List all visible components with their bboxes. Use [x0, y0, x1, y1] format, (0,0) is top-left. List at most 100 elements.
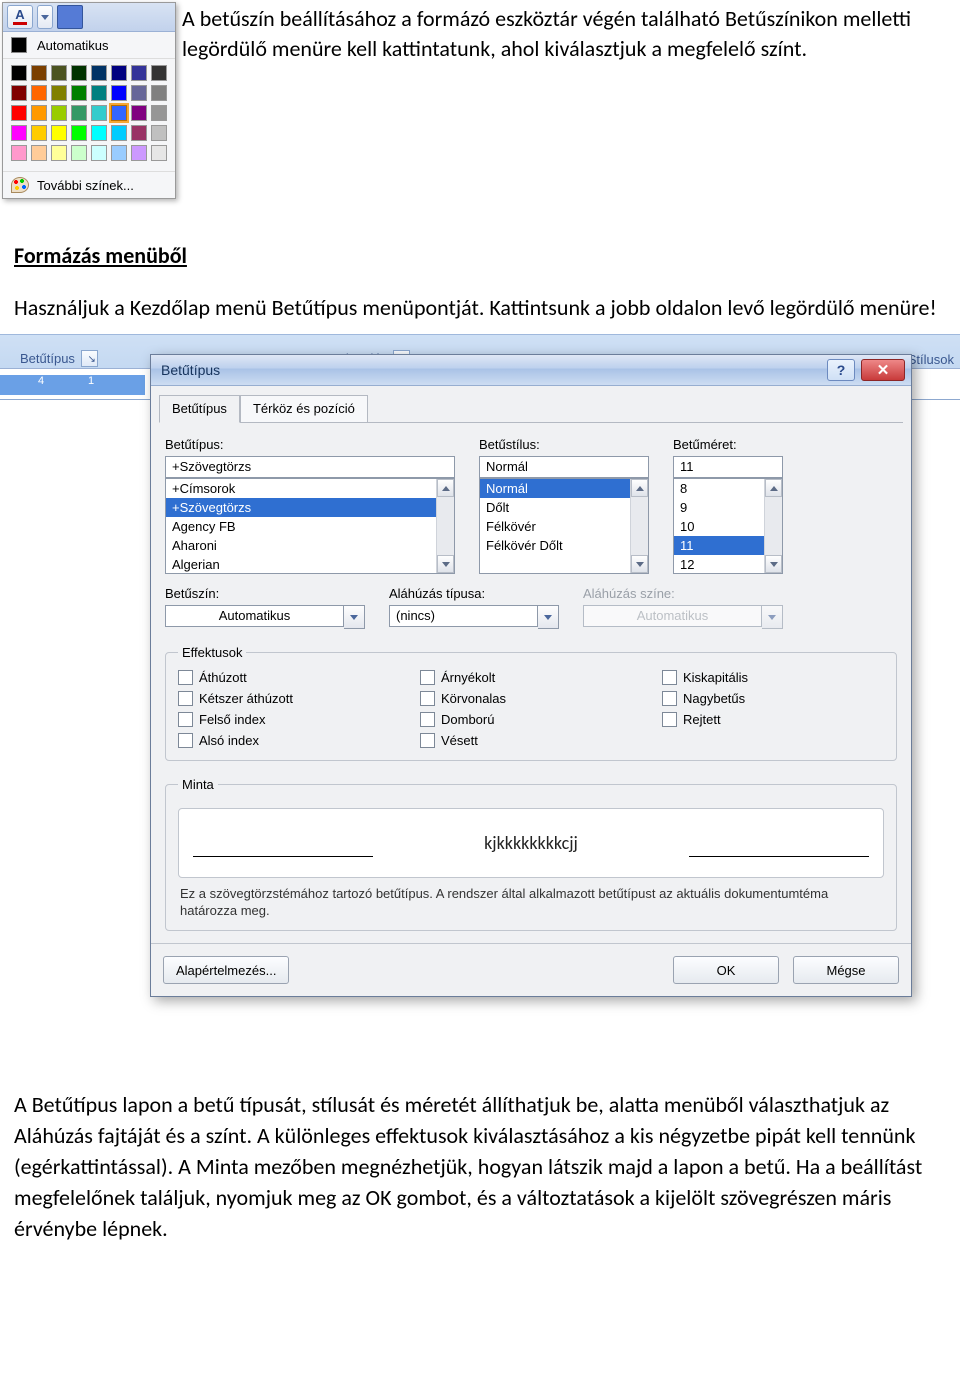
list-item[interactable]: +Szövegtörzs: [166, 498, 454, 517]
color-swatch[interactable]: [151, 125, 167, 141]
scroll-down-button[interactable]: [437, 555, 454, 573]
checkbox-hidden[interactable]: Rejtett: [662, 712, 884, 727]
scrollbar[interactable]: [436, 479, 454, 573]
checkbox-subscript[interactable]: Alsó index: [178, 733, 400, 748]
font-name-listbox[interactable]: +Címsorok+SzövegtörzsAgency FBAharoniAlg…: [165, 478, 455, 574]
font-color-button[interactable]: A: [7, 5, 33, 29]
color-swatch[interactable]: [91, 145, 107, 161]
color-swatch[interactable]: [91, 65, 107, 81]
color-swatch[interactable]: [131, 125, 147, 141]
font-size-input[interactable]: 11: [673, 456, 783, 478]
current-color-swatch[interactable]: [57, 5, 83, 29]
color-swatch[interactable]: [151, 105, 167, 121]
scroll-down-button[interactable]: [631, 555, 648, 573]
color-swatch[interactable]: [51, 65, 67, 81]
color-swatch[interactable]: [31, 105, 47, 121]
list-item[interactable]: Normál: [480, 479, 648, 498]
dialog-tabs: Betűtípus Térköz és pozíció: [151, 386, 911, 422]
color-swatch[interactable]: [51, 145, 67, 161]
color-swatch[interactable]: [11, 145, 27, 161]
tab-font[interactable]: Betűtípus: [159, 395, 240, 423]
scroll-down-button[interactable]: [765, 555, 782, 573]
checkbox-engrave[interactable]: Vésett: [420, 733, 642, 748]
color-swatch[interactable]: [71, 105, 87, 121]
font-name-input[interactable]: +Szövegtörzs: [165, 456, 455, 478]
scroll-up-button[interactable]: [437, 479, 454, 497]
list-item[interactable]: +Címsorok: [166, 479, 454, 498]
color-swatch[interactable]: [111, 105, 127, 121]
color-swatch[interactable]: [151, 145, 167, 161]
automatic-color-row[interactable]: Automatikus: [3, 32, 175, 59]
color-swatch[interactable]: [11, 125, 27, 141]
cancel-button[interactable]: Mégse: [793, 956, 899, 984]
color-swatch[interactable]: [71, 65, 87, 81]
checkbox-strikethrough[interactable]: Áthúzott: [178, 670, 400, 685]
checkbox-outline[interactable]: Körvonalas: [420, 691, 642, 706]
color-swatch[interactable]: [31, 65, 47, 81]
default-button[interactable]: Alapértelmezés...: [163, 956, 289, 984]
color-swatch[interactable]: [91, 105, 107, 121]
color-swatch[interactable]: [51, 125, 67, 141]
section-heading: Formázás menüből: [14, 241, 946, 271]
color-swatch[interactable]: [91, 125, 107, 141]
preview-box: kjkkkkkkkkcjj: [178, 808, 884, 878]
color-swatch[interactable]: [11, 65, 27, 81]
scrollbar[interactable]: [764, 479, 782, 573]
font-style-listbox[interactable]: NormálDőltFélkövérFélkövér Dőlt: [479, 478, 649, 574]
combo-arrow[interactable]: [538, 605, 559, 629]
color-swatch[interactable]: [91, 85, 107, 101]
color-swatch[interactable]: [131, 105, 147, 121]
color-swatch[interactable]: [31, 125, 47, 141]
font-style-input[interactable]: Normál: [479, 456, 649, 478]
chevron-up-icon: [442, 486, 450, 491]
color-swatch[interactable]: [151, 65, 167, 81]
tab-spacing[interactable]: Térköz és pozíció: [240, 395, 368, 423]
color-swatch[interactable]: [111, 125, 127, 141]
list-item[interactable]: Agency FB: [166, 517, 454, 536]
color-swatch[interactable]: [31, 85, 47, 101]
dialog-launcher-icon[interactable]: ↘: [81, 350, 98, 367]
color-swatch[interactable]: [51, 85, 67, 101]
close-button[interactable]: ✕: [861, 359, 905, 381]
color-swatch[interactable]: [151, 85, 167, 101]
checkbox-superscript[interactable]: Felső index: [178, 712, 400, 727]
underline-type-combo[interactable]: (nincs): [389, 605, 559, 629]
font-size-listbox[interactable]: 89101112: [673, 478, 783, 574]
color-swatch[interactable]: [131, 145, 147, 161]
font-color-dropdown[interactable]: [37, 5, 53, 29]
checkbox-shadow[interactable]: Árnyékolt: [420, 670, 642, 685]
list-item[interactable]: Félkövér: [480, 517, 648, 536]
checkbox-double-strikethrough[interactable]: Kétszer áthúzott: [178, 691, 400, 706]
font-color-combo[interactable]: Automatikus: [165, 605, 365, 629]
help-button[interactable]: ?: [827, 359, 855, 381]
dialog-titlebar[interactable]: Betűtípus ? ✕: [151, 355, 911, 386]
letter-a-icon: A: [15, 9, 24, 21]
scroll-up-button[interactable]: [765, 479, 782, 497]
color-swatch[interactable]: [11, 85, 27, 101]
color-swatch[interactable]: [111, 85, 127, 101]
color-swatch[interactable]: [31, 145, 47, 161]
checkbox-allcaps[interactable]: Nagybetűs: [662, 691, 884, 706]
color-swatch[interactable]: [11, 105, 27, 121]
color-swatch[interactable]: [131, 85, 147, 101]
color-swatch[interactable]: [51, 105, 67, 121]
more-colors-row[interactable]: További színek...: [3, 171, 175, 198]
color-swatch[interactable]: [71, 125, 87, 141]
list-item[interactable]: Aharoni: [166, 536, 454, 555]
scrollbar[interactable]: [630, 479, 648, 573]
color-swatch[interactable]: [111, 145, 127, 161]
checkbox-emboss[interactable]: Domború: [420, 712, 642, 727]
color-swatch[interactable]: [71, 145, 87, 161]
list-item[interactable]: Dőlt: [480, 498, 648, 517]
color-swatch[interactable]: [111, 65, 127, 81]
list-item[interactable]: Félkövér Dőlt: [480, 536, 648, 555]
scroll-up-button[interactable]: [631, 479, 648, 497]
color-swatch[interactable]: [71, 85, 87, 101]
combo-arrow[interactable]: [344, 605, 365, 629]
checkbox-smallcaps[interactable]: Kiskapitális: [662, 670, 884, 685]
label-underline-type: Aláhúzás típusa:: [389, 586, 559, 601]
color-swatch[interactable]: [131, 65, 147, 81]
checkbox-icon: [178, 691, 193, 706]
ok-button[interactable]: OK: [673, 956, 779, 984]
list-item[interactable]: Algerian: [166, 555, 454, 574]
